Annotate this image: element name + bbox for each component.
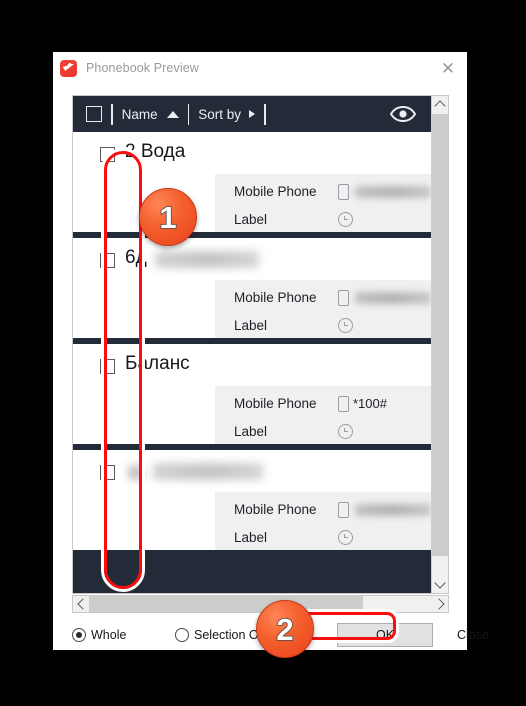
- step-badge-2: 2: [256, 600, 314, 658]
- close-button[interactable]: Close: [442, 623, 504, 647]
- contact-name: Баланс: [125, 353, 190, 374]
- contact-card[interactable]: 6д Mobile Phone Label: [73, 238, 431, 338]
- detail-row: Mobile Phone: [234, 178, 431, 205]
- mobile-phone-icon: [338, 183, 349, 200]
- contact-name-blurred: [155, 251, 259, 268]
- contact-card[interactable]: Mobile Phone Label: [73, 450, 431, 550]
- detail-value-blurred: [355, 503, 431, 516]
- detail-row: Mobile Phone: [234, 284, 431, 311]
- detail-value-blurred: [355, 291, 431, 304]
- contact-checkbox[interactable]: [100, 359, 115, 374]
- detail-row: Label: [234, 418, 431, 445]
- radio-dot[interactable]: [175, 628, 189, 642]
- detail-label: Label: [234, 530, 268, 545]
- chevron-left-icon[interactable]: [73, 596, 89, 612]
- contact-details: Mobile Phone Label: [215, 174, 431, 232]
- detail-row: Label: [234, 524, 431, 551]
- step-badge-1: 1: [139, 188, 197, 246]
- contact-details: Mobile Phone Label: [215, 280, 431, 338]
- chevron-right-icon[interactable]: [432, 596, 448, 612]
- eye-visibility-icon[interactable]: [390, 106, 416, 122]
- list-toolbar: Name Sort by: [73, 96, 431, 132]
- step-badge-2-number: 2: [276, 611, 295, 647]
- detail-value: *100#: [353, 396, 387, 411]
- horizontal-scrollbar[interactable]: [72, 595, 449, 613]
- phonebook-app-icon: [60, 59, 77, 77]
- clock-icon: [338, 530, 353, 545]
- contacts-list-container: Name Sort by 2 Вода Mobile Phone Label 6…: [72, 95, 449, 594]
- window-titlebar: Phonebook Preview ✕: [53, 52, 467, 84]
- toolbar-divider: [263, 103, 266, 125]
- step-badge-1-number: 1: [159, 199, 178, 235]
- contacts-cards-scroll-area[interactable]: 2 Вода Mobile Phone Label 6д Mobile Phon…: [73, 132, 431, 593]
- mobile-phone-icon: [338, 289, 349, 306]
- radio-whole[interactable]: Whole: [72, 628, 126, 642]
- contact-checkbox[interactable]: [100, 253, 115, 268]
- clock-icon: [338, 424, 353, 439]
- detail-value-blurred: [355, 185, 431, 198]
- radio-selection-label: Selection O: [194, 628, 259, 642]
- window-body: Name Sort by 2 Вода Mobile Phone Label 6…: [53, 84, 489, 650]
- mobile-phone-icon: [338, 501, 349, 518]
- clock-icon: [338, 212, 353, 227]
- contact-name: 6д: [125, 247, 147, 268]
- vertical-scroll-thumb[interactable]: [432, 114, 448, 556]
- toolbar-divider: [187, 103, 190, 125]
- toolbar-divider: [111, 103, 113, 125]
- sort-by-label[interactable]: Sort by: [198, 107, 241, 122]
- contact-avatar-blurred: [127, 464, 144, 481]
- contact-details: Mobile Phone *100# Label: [215, 386, 431, 444]
- contact-checkbox[interactable]: [100, 465, 115, 480]
- detail-label: Label: [234, 424, 268, 439]
- window-title: Phonebook Preview: [86, 61, 199, 75]
- chevron-right-icon[interactable]: [248, 110, 255, 118]
- detail-row: Mobile Phone *100#: [234, 390, 431, 417]
- contact-card[interactable]: 2 Вода Mobile Phone Label: [73, 132, 431, 232]
- sort-ascending-triangle-icon[interactable]: [166, 110, 179, 118]
- mobile-phone-icon: [338, 395, 349, 412]
- detail-label: Label: [234, 212, 268, 227]
- detail-row: Label: [234, 206, 431, 233]
- detail-label: Mobile Phone: [234, 396, 317, 411]
- contact-name: 2 Вода: [125, 141, 186, 162]
- select-all-checkbox[interactable]: [86, 106, 102, 122]
- horizontal-scroll-thumb[interactable]: [89, 596, 364, 612]
- detail-label: Mobile Phone: [234, 184, 317, 199]
- clock-icon: [338, 318, 353, 333]
- radio-whole-label: Whole: [91, 628, 127, 642]
- contact-card[interactable]: Баланс Mobile Phone *100# Label: [73, 344, 431, 444]
- detail-row: Mobile Phone: [234, 496, 431, 523]
- detail-label: Mobile Phone: [234, 502, 317, 517]
- close-icon[interactable]: ✕: [435, 55, 461, 81]
- contact-name-blurred: [153, 463, 263, 480]
- phonebook-preview-window: Phonebook Preview ✕ Name Sort by 2 Вода …: [53, 52, 489, 650]
- radio-dot-selected[interactable]: [72, 628, 86, 642]
- detail-label: Label: [234, 318, 268, 333]
- radio-selection-only[interactable]: Selection O: [175, 628, 259, 642]
- name-column-label[interactable]: Name: [122, 107, 158, 122]
- detail-label: Mobile Phone: [234, 290, 317, 305]
- ok-button[interactable]: OK: [337, 623, 433, 647]
- detail-row: Label: [234, 312, 431, 339]
- vertical-scrollbar[interactable]: [431, 96, 448, 593]
- screenshot-root: Phonebook Preview ✕ Name Sort by 2 Вода …: [0, 0, 526, 706]
- contact-details: Mobile Phone Label: [215, 492, 431, 550]
- contact-checkbox[interactable]: [100, 147, 115, 162]
- horizontal-scroll-track[interactable]: [89, 596, 432, 612]
- chevron-up-icon[interactable]: [432, 96, 448, 113]
- chevron-down-icon[interactable]: [432, 576, 448, 593]
